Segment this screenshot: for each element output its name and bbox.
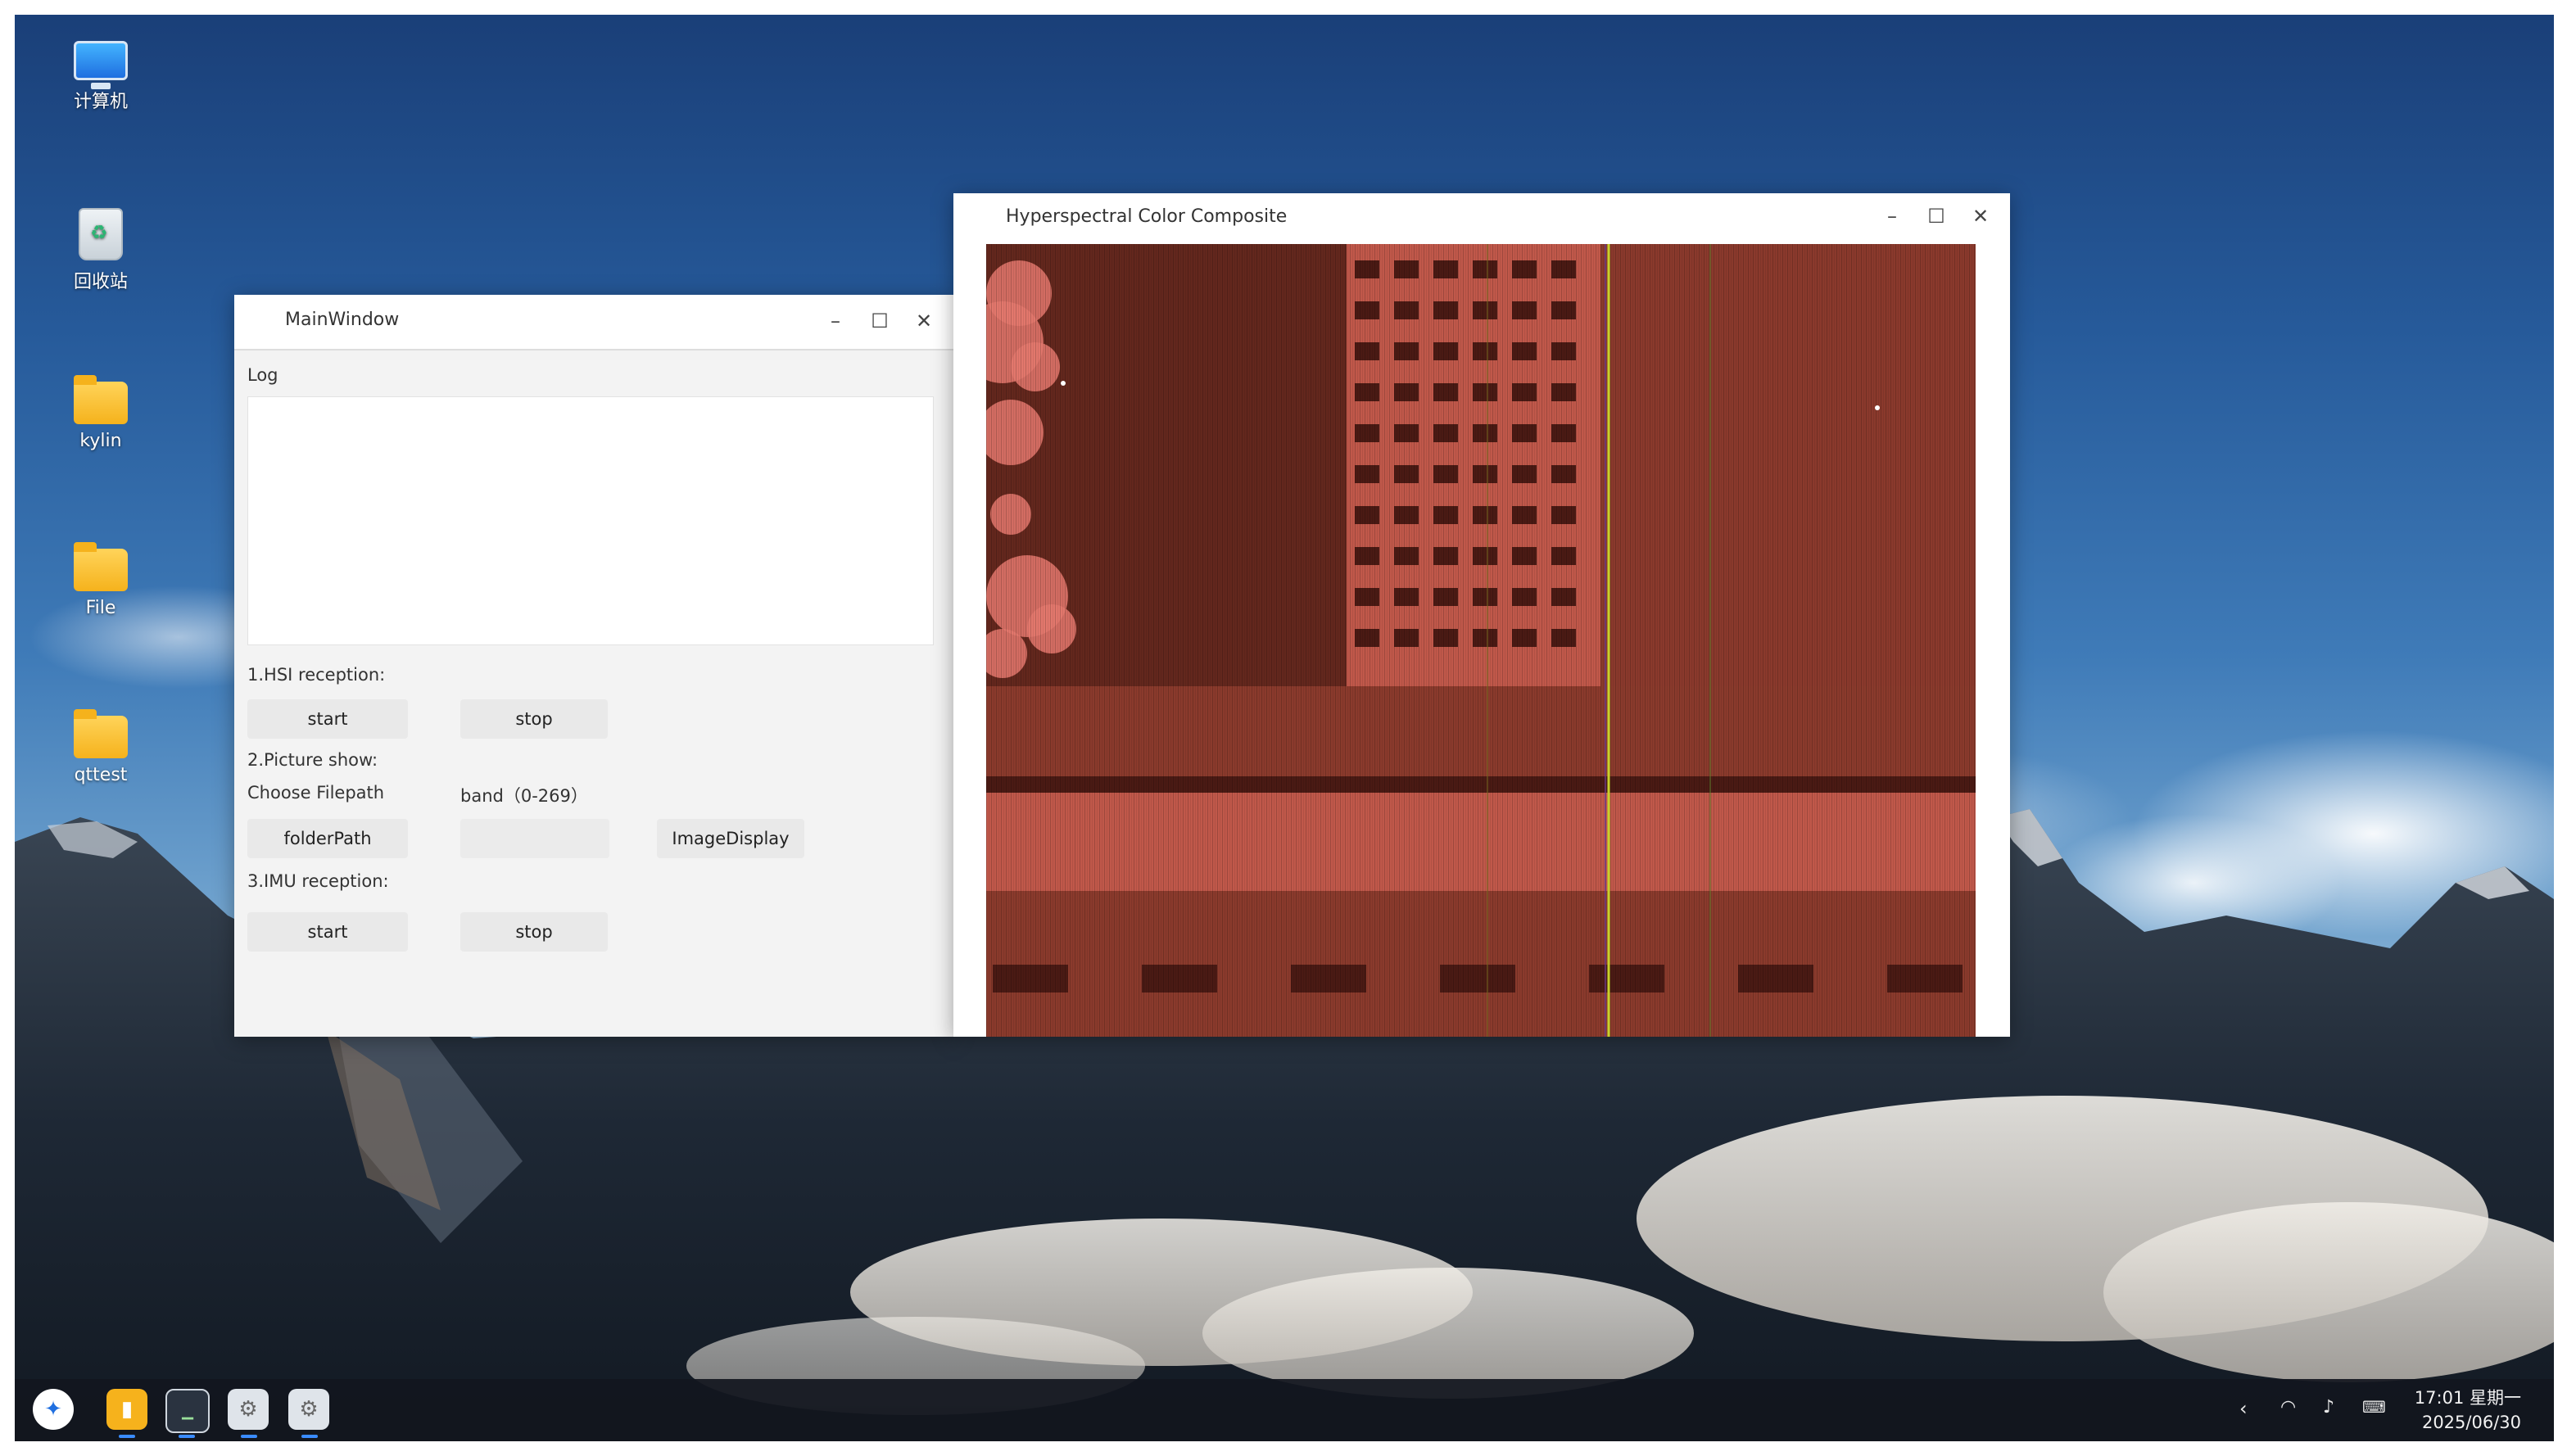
hyperspectral-image: [986, 244, 1976, 1037]
volume-icon[interactable]: ♪: [2323, 1397, 2334, 1418]
running-indicator: [301, 1435, 318, 1438]
desktop-icon-computer[interactable]: 计算机: [48, 41, 154, 113]
titlebar-divider: [234, 349, 953, 350]
file-manager-icon[interactable]: ▮: [106, 1389, 147, 1430]
hyperspectral-image-render: [986, 244, 1976, 1037]
imu-start-button[interactable]: start: [247, 912, 408, 952]
clock-date: 2025/06/30: [2421, 1413, 2521, 1432]
desktop-icon-label: 回收站: [73, 272, 128, 292]
imu-section-label: 3.IMU reception:: [247, 871, 389, 891]
settings-icon[interactable]: ⚙: [288, 1389, 329, 1430]
desktop-icon-file[interactable]: File: [48, 542, 154, 618]
hsi-stop-button[interactable]: stop: [460, 699, 608, 739]
picture-section-label: 2.Picture show:: [247, 750, 378, 770]
hyperspectral-window-titlebar[interactable]: Hyperspectral Color Composite – ☐ ✕: [953, 193, 2010, 244]
folder-icon: [74, 542, 128, 591]
clock-time: 17:01 星期一: [2414, 1388, 2521, 1408]
running-indicator: [179, 1435, 195, 1438]
settings-icon[interactable]: ⚙: [228, 1389, 269, 1430]
image-display-button[interactable]: ImageDisplay: [657, 819, 804, 858]
folder-path-button[interactable]: folderPath: [247, 819, 408, 858]
desktop-icon-qttest[interactable]: qttest: [48, 709, 154, 785]
minimize-button[interactable]: –: [1874, 200, 1910, 233]
start-menu-icon[interactable]: ✦: [33, 1389, 74, 1430]
window-title: MainWindow: [285, 310, 400, 330]
desktop-icon-label: 计算机: [73, 92, 128, 112]
trash-icon: [79, 208, 123, 260]
maximize-button[interactable]: ☐: [1918, 200, 1954, 233]
choose-filepath-label: Choose Filepath: [247, 783, 385, 803]
running-indicator: [119, 1435, 135, 1438]
imu-stop-button[interactable]: stop: [460, 912, 608, 952]
maximize-button[interactable]: ☐: [862, 305, 898, 337]
keyboard-icon[interactable]: ⌨: [2362, 1397, 2386, 1417]
hyperspectral-window: Hyperspectral Color Composite – ☐ ✕: [953, 193, 2010, 1037]
desktop-icon-label: kylin: [79, 431, 122, 451]
desktop: 计算机 回收站 kylin File qttest MainWindow – ☐…: [15, 15, 2554, 1441]
main-window: MainWindow – ☐ ✕ Log 1.HSI reception: st…: [234, 295, 953, 1037]
band-input[interactable]: [460, 819, 609, 858]
running-indicator: [241, 1435, 257, 1438]
close-button[interactable]: ✕: [1963, 200, 1999, 233]
hsi-start-button[interactable]: start: [247, 699, 408, 739]
chevron-left-icon[interactable]: ‹: [2239, 1397, 2248, 1420]
folder-icon: [74, 709, 128, 758]
desktop-icon-trash[interactable]: 回收站: [48, 208, 154, 293]
hsi-section-label: 1.HSI reception:: [247, 665, 386, 685]
clock[interactable]: 17:01 星期一 2025/06/30: [2415, 1386, 2521, 1435]
main-window-titlebar[interactable]: MainWindow – ☐ ✕: [234, 295, 953, 349]
log-textbox[interactable]: [247, 396, 934, 645]
desktop-icon-label: qttest: [74, 765, 128, 785]
band-label: band（0-269）: [460, 786, 588, 806]
close-button[interactable]: ✕: [906, 305, 942, 337]
wifi-icon[interactable]: ◠: [2280, 1397, 2296, 1418]
desktop-icon-label: File: [85, 598, 116, 618]
computer-icon: [74, 41, 128, 89]
taskbar: ✦ ▮ ▁ ⚙ ⚙ ‹ ◠ ♪ ⌨ 17:01 星期一 2025/06/30: [15, 1379, 2554, 1441]
minimize-button[interactable]: –: [817, 305, 853, 337]
desktop-icon-kylin[interactable]: kylin: [48, 375, 154, 451]
folder-icon: [74, 375, 128, 424]
terminal-icon[interactable]: ▁: [165, 1389, 210, 1433]
log-label: Log: [247, 365, 278, 385]
window-title: Hyperspectral Color Composite: [1006, 206, 1288, 227]
